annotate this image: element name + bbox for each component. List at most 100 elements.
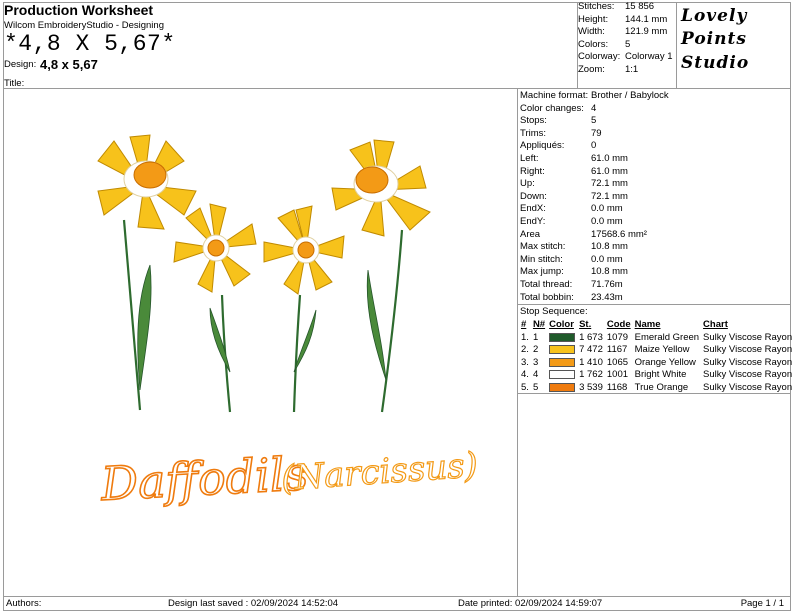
col-n: N# (532, 319, 546, 330)
stat-key: Stitches: (578, 1, 615, 12)
stop-color (547, 332, 577, 345)
color-swatch (549, 370, 576, 380)
detail-row: Machine format: Brother / Babylock (518, 90, 788, 103)
stop-num: 1. (521, 331, 529, 343)
stat-value: 144.1 mm (625, 13, 668, 25)
stat-value: 121.9 mm (625, 26, 668, 38)
design-label: Design: (4, 59, 37, 70)
detail-row: Min stitch: 0.0 mm (518, 254, 788, 267)
stop-n: 5 (532, 381, 539, 393)
detail-row: Max stitch: 10.8 mm (518, 241, 788, 254)
detail-value: 0 (591, 140, 597, 152)
detail-key: Right: (520, 165, 545, 177)
detail-key: Trims: (520, 127, 547, 139)
color-swatch (549, 357, 576, 367)
detail-key: Max stitch: (520, 241, 566, 253)
stop-color (547, 357, 577, 370)
stat-key: Height: (578, 13, 609, 25)
stop-chart: Sulky Viscose Rayon (703, 369, 793, 381)
stat-key: Zoom: (578, 63, 605, 75)
detail-value: 0.0 mm (591, 215, 623, 227)
leaves (137, 264, 387, 391)
footer-printed: Date printed: 02/09/2024 14:59:07 (458, 598, 603, 609)
stat-row: Colorway: Colorway 1 (578, 51, 676, 64)
detail-row: Right: 61.0 mm (518, 166, 788, 179)
col-code: Code (606, 319, 631, 330)
detail-row: Total thread: 71.76m (518, 279, 788, 292)
design-row: Design: 4,8 x 5,67 (4, 57, 98, 72)
stop-stitches: 1 673 (579, 331, 603, 343)
stop-code: 1001 (606, 369, 629, 381)
header-block: Production Worksheet Wilcom EmbroiderySt… (4, 2, 576, 89)
stop-color (547, 369, 577, 382)
col-num: # (521, 319, 527, 330)
detail-row: Trims: 79 (518, 128, 788, 141)
detail-key: Up: (520, 178, 535, 190)
table-row: 2. 2 7 472 1167 Maize Yellow Sulky Viscose Ra… (519, 344, 794, 357)
word-narcissus: (Narcissus) (280, 445, 479, 499)
stop-sequence-table: # N# Color St. Code Name Chart 1. 1 1 673 1… (519, 319, 794, 395)
detail-key: EndX: (520, 203, 546, 215)
detail-value: 79 (591, 127, 602, 139)
stop-n: 1 (532, 331, 539, 343)
stats-panel: Stitches: 15 856 Height: 144.1 mm Width: 121.… (578, 1, 676, 77)
detail-key: Area (520, 228, 541, 240)
stop-name: Emerald Green (634, 331, 700, 343)
detail-row: EndY: 0.0 mm (518, 216, 788, 229)
stop-color (547, 382, 577, 395)
stop-chart: Sulky Viscose Rayon (703, 356, 793, 368)
stop-code: 1168 (606, 381, 628, 393)
design-value: 4,8 x 5,67 (40, 57, 98, 72)
table-row: 5. 5 3 539 1168 True Orange Sulky Viscose Ray… (519, 382, 794, 395)
detail-value: Brother / Babylock (591, 90, 669, 101)
table-row: 3. 3 1 410 1065 Orange Yellow Sulky Viscose R… (519, 357, 794, 370)
color-swatch (549, 382, 576, 392)
table-row: 4. 4 1 762 1001 Bright White Sulky Viscose Ra… (519, 369, 794, 382)
detail-value: 72.1 mm (591, 178, 628, 190)
stop-num: 2. (521, 344, 529, 356)
footer-authors: Authors: (6, 598, 42, 609)
stat-row: Zoom: 1:1 (578, 64, 676, 77)
stop-n: 2 (532, 344, 539, 356)
stat-value: 1:1 (625, 63, 639, 75)
design-big-name: *4,8 X 5,67* (4, 31, 176, 57)
detail-value: 61.0 mm (591, 152, 628, 164)
stop-code: 1079 (606, 331, 629, 343)
stop-name: Maize Yellow (634, 344, 690, 356)
stop-stitches: 1 410 (579, 356, 603, 368)
stop-chart: Sulky Viscose Rayon (703, 381, 793, 393)
stat-row: Stitches: 15 856 (578, 1, 676, 14)
details-panel: Machine format: Brother / Babylock Color c… (518, 90, 788, 304)
detail-key: Down: (520, 190, 547, 202)
stop-num: 4. (521, 369, 529, 381)
stat-value: Colorway 1 (625, 51, 673, 63)
col-name: Name (634, 319, 661, 330)
stop-num: 5. (521, 381, 529, 393)
stat-value: 5 (625, 38, 631, 50)
stop-num: 3. (521, 356, 529, 368)
stop-name: Orange Yellow (634, 356, 696, 368)
detail-value: 23.43m (591, 291, 623, 303)
stat-row: Height: 144.1 mm (578, 14, 676, 27)
detail-key: Total bobbin: (520, 291, 574, 303)
detail-row: Color changes: 4 (518, 103, 788, 116)
design-preview: Daffodils (Narcissus) (4, 90, 516, 596)
color-swatch (549, 345, 576, 355)
stems (122, 219, 404, 413)
detail-key: Left: (520, 152, 539, 164)
stop-chart: Sulky Viscose Rayon (703, 344, 793, 356)
color-swatch (549, 332, 576, 342)
detail-row: Stops: 5 (518, 115, 788, 128)
detail-value: 4 (591, 102, 597, 114)
detail-row: Appliqués: 0 (518, 140, 788, 153)
detail-key: Total thread: (520, 278, 573, 290)
stop-name: Bright White (634, 369, 687, 381)
stop-n: 4 (532, 369, 539, 381)
daffodil-4 (331, 139, 431, 237)
daffodil-2 (173, 203, 257, 293)
detail-row: Up: 72.1 mm (518, 178, 788, 191)
detail-row: Max jump: 10.8 mm (518, 266, 788, 279)
col-color: Color (549, 319, 574, 330)
detail-key: Color changes: (520, 102, 584, 114)
detail-key: Stops: (520, 115, 547, 127)
